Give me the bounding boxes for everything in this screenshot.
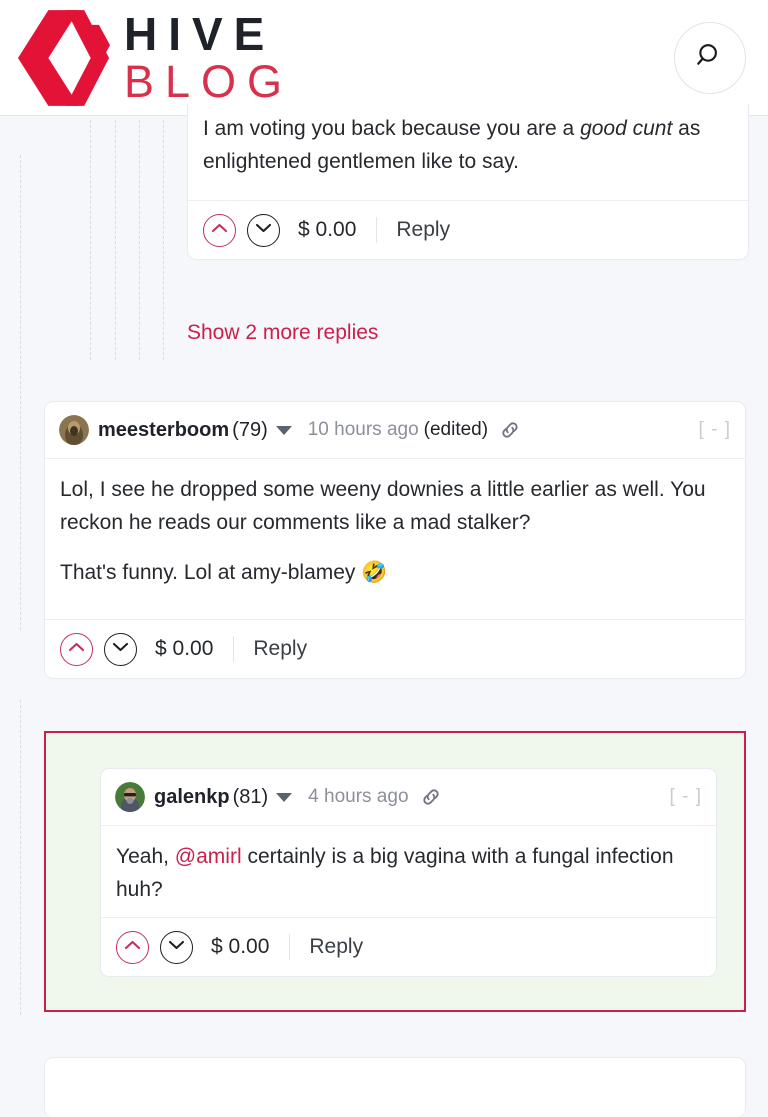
chevron-down-icon[interactable] <box>275 425 292 435</box>
payout-value[interactable]: $ 0.00 <box>155 637 213 661</box>
comment-timestamp[interactable]: 10 hours ago <box>308 419 419 441</box>
upvote-button[interactable] <box>116 930 149 964</box>
edited-badge: (edited) <box>423 419 489 440</box>
collapse-toggle[interactable]: [ - ] <box>699 419 731 441</box>
comment-card-meesterboom: meesterboom (79) 10 hours ago (edited) [… <box>44 401 746 679</box>
thread-guide-line <box>20 155 21 630</box>
downvote-button[interactable] <box>104 632 137 666</box>
comment-author[interactable]: galenkp <box>154 786 230 809</box>
thread-guide-line <box>20 700 21 1015</box>
comment-text: I am voting you back because you are a g… <box>203 117 701 174</box>
comment-header: galenkp (81) 4 hours ago [ - ] <box>101 769 716 826</box>
footer-divider <box>233 636 235 662</box>
site-wordmark: HIVE BLOG <box>124 11 293 104</box>
thread-guide-line <box>163 120 164 360</box>
site-header: HIVE BLOG <box>0 0 768 116</box>
search-icon <box>695 41 725 76</box>
comment-author[interactable]: meesterboom <box>98 419 229 442</box>
downvote-button[interactable] <box>247 213 280 247</box>
chevron-down-icon <box>255 221 272 239</box>
search-button[interactable] <box>674 22 746 94</box>
comment-card-next-partial <box>44 1057 746 1117</box>
avatar[interactable] <box>59 415 89 445</box>
author-reputation: (79) <box>232 418 268 441</box>
comment-text-prefix: Yeah, <box>116 845 175 868</box>
comment-paragraph: Lol, I see he dropped some weeny downies… <box>60 478 706 535</box>
brand-hive-text: HIVE <box>124 8 276 60</box>
chevron-down-icon <box>168 938 185 956</box>
collapse-toggle[interactable]: [ - ] <box>670 786 702 808</box>
comment-footer: $ 0.00 Reply <box>45 619 745 678</box>
comment-footer: $ 0.00 Reply <box>101 917 716 976</box>
comment-body: Yeah, @amirl certainly is a big vagina w… <box>101 826 716 922</box>
comment-paragraph: Yeah, @amirl certainly is a big vagina w… <box>116 840 701 906</box>
comment-header: meesterboom (79) 10 hours ago (edited) [… <box>45 402 745 459</box>
emphasis-text: good cunt <box>580 117 673 140</box>
comment-body: I am voting you back because you are a g… <box>188 104 748 194</box>
link-icon[interactable] <box>499 419 521 441</box>
comment-paragraph: That's funny. Lol at amy-blamey 🤣 <box>60 561 388 585</box>
comment-card-galenkp: galenkp (81) 4 hours ago [ - ] Yeah, @am… <box>100 768 717 977</box>
upvote-button[interactable] <box>60 632 93 666</box>
user-mention-link[interactable]: @amirl <box>175 845 242 868</box>
reply-button[interactable]: Reply <box>309 935 363 959</box>
footer-divider <box>376 217 378 243</box>
author-reputation: (81) <box>232 785 269 808</box>
upvote-button[interactable] <box>203 213 236 247</box>
show-more-replies-link[interactable]: Show 2 more replies <box>187 321 378 345</box>
thread-guide-line <box>115 120 116 360</box>
brand-blog-text: BLOG <box>124 56 294 107</box>
comment-footer: $ 0.00 Reply <box>188 200 748 259</box>
hive-logo-icon <box>18 8 110 108</box>
avatar[interactable] <box>115 782 145 812</box>
link-icon[interactable] <box>420 786 442 808</box>
footer-divider <box>289 934 291 960</box>
thread-guide-line <box>139 120 140 360</box>
comment-body: Lol, I see he dropped some weeny downies… <box>45 459 745 606</box>
chevron-up-icon <box>211 221 228 239</box>
site-brand[interactable]: HIVE BLOG <box>18 8 293 108</box>
comment-timestamp[interactable]: 4 hours ago <box>308 786 408 808</box>
thread-guide-line <box>90 120 91 360</box>
chevron-down-icon[interactable] <box>276 792 293 802</box>
downvote-button[interactable] <box>160 930 193 964</box>
reply-button[interactable]: Reply <box>396 218 450 242</box>
comment-card-partial: I am voting you back because you are a g… <box>187 104 749 260</box>
chevron-up-icon <box>68 640 85 658</box>
chevron-up-icon <box>124 938 141 956</box>
chevron-down-icon <box>112 640 129 658</box>
reply-button[interactable]: Reply <box>253 637 307 661</box>
payout-value[interactable]: $ 0.00 <box>211 935 269 959</box>
payout-value[interactable]: $ 0.00 <box>298 218 356 242</box>
